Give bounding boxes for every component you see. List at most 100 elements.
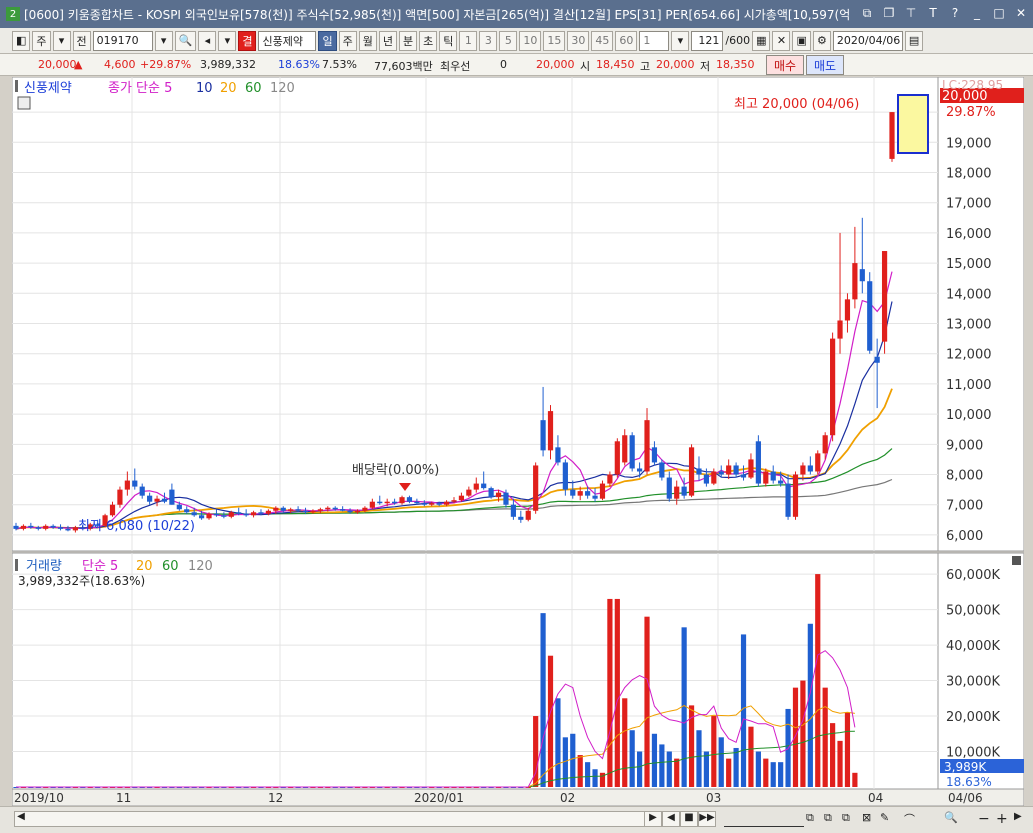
period-month[interactable]: 월 (358, 30, 377, 51)
interval-60[interactable]: 60 (615, 30, 638, 51)
legend-ma60[interactable]: 60 (245, 81, 262, 96)
legend-ma10[interactable]: 10 (196, 81, 213, 96)
view-icon-4[interactable]: ⊠ (862, 811, 876, 827)
interval-3[interactable]: 3 (479, 30, 498, 51)
current-price: 20,000 (38, 58, 77, 71)
scroll-right-icon[interactable]: ▶ (1014, 811, 1028, 827)
candle-type-icon[interactable]: ▦ (752, 30, 771, 51)
period-minute[interactable]: 분 (398, 30, 418, 51)
table-icon[interactable] (17, 96, 31, 110)
view-icon-3[interactable]: ⧉ (842, 811, 856, 827)
time-label: 2020/01 (414, 791, 464, 805)
scroll-fast-icon[interactable]: ▶▶ (698, 811, 716, 827)
price-panel[interactable] (11, 76, 939, 552)
view-icon-2[interactable]: ⧉ (824, 811, 838, 827)
pin-icon[interactable]: ⊤ (903, 5, 919, 21)
scroll-left-icon[interactable]: ◀ (14, 811, 28, 827)
code-dropdown-icon[interactable]: ▾ (154, 30, 173, 51)
period-year[interactable]: 년 (378, 30, 397, 51)
panel-close-icon[interactable] (1012, 556, 1021, 565)
candle-body (778, 480, 784, 484)
period-day[interactable]: 일 (318, 30, 337, 51)
crosshair-icon[interactable]: ✕ (772, 30, 791, 51)
stock-code-input[interactable]: 019170 (92, 30, 153, 51)
highlight-box[interactable] (897, 94, 929, 154)
interval-5[interactable]: 5 (499, 30, 518, 51)
candle-body (213, 513, 220, 516)
text-icon[interactable]: T (925, 5, 941, 21)
minimize-button[interactable]: _ (969, 5, 985, 21)
candle-body (740, 474, 747, 478)
link-icon[interactable]: ⧉ (859, 5, 875, 21)
calendar-icon[interactable]: ▤ (904, 30, 924, 51)
vol-legend-ma120[interactable]: 120 (188, 559, 213, 574)
interval-45[interactable]: 45 (591, 30, 614, 51)
candle-body (473, 483, 479, 490)
close-button[interactable]: ✕ (1013, 5, 1029, 21)
draw-icon[interactable]: ✎ (880, 811, 894, 827)
save-icon[interactable]: ▣ (792, 30, 811, 51)
period-dropdown-icon[interactable]: ▾ (52, 30, 71, 51)
chart-area[interactable]: 19,000 18,000 17,000 16,000 15,000 14,000 13,0… (11, 76, 1025, 807)
period-second[interactable]: 초 (419, 30, 438, 51)
candle-body (295, 509, 301, 511)
legend-ma5[interactable]: 종가 단순 5 (108, 81, 172, 96)
gyeol-badge: 결 (238, 30, 257, 51)
interval-1[interactable]: 1 (459, 30, 478, 51)
zoom-slider[interactable] (724, 811, 804, 827)
settings-gear-icon[interactable]: ⚙ (812, 30, 831, 51)
interval-10[interactable]: 10 (519, 30, 542, 51)
legend-ma20[interactable]: 20 (220, 81, 237, 96)
vol-legend-ma20[interactable]: 20 (136, 559, 153, 574)
zoom-search-icon[interactable]: 🔍 (944, 811, 958, 827)
sell-button[interactable]: 매도 (806, 55, 844, 75)
candle-body (28, 525, 34, 528)
vol-legend-ma5[interactable]: 단순 5 (82, 559, 118, 574)
view-icon-1[interactable]: ⧉ (806, 811, 820, 827)
scroll-play-icon[interactable]: ▶ (644, 811, 662, 827)
date-input[interactable]: 2020/04/06 (832, 30, 903, 51)
help-icon[interactable]: ? (947, 5, 963, 21)
vol-legend-ma60[interactable]: 60 (162, 559, 179, 574)
volume-bar (844, 712, 851, 787)
volume-bar (726, 758, 732, 787)
count-input[interactable]: 121 (691, 30, 724, 51)
interval-dropdown-icon[interactable]: ▾ (671, 30, 690, 51)
period-week[interactable]: 주 (338, 30, 357, 51)
current-pct-axis: 29.87% (946, 105, 996, 120)
scroll-stop-icon[interactable]: ■ (680, 811, 698, 827)
trend-icon[interactable]: ⌒ (904, 811, 918, 827)
candle-body (763, 471, 769, 484)
volume-bar (748, 726, 754, 787)
vol-legend-name[interactable]: 거래량 (26, 559, 62, 574)
search-icon[interactable]: 🔍 (174, 30, 197, 51)
chart-layout-icon[interactable]: ◧ (12, 30, 31, 51)
volume-bar (852, 772, 858, 787)
interval-15[interactable]: 15 (543, 30, 566, 51)
maximize-button[interactable]: □ (991, 5, 1007, 21)
candle-body (429, 503, 435, 505)
restore-window-icon[interactable]: ❐ (881, 5, 897, 21)
zoom-out-icon[interactable]: − (978, 811, 992, 827)
volume-panel[interactable] (11, 552, 939, 790)
candle-body (325, 507, 331, 510)
interval-30[interactable]: 30 (567, 30, 590, 51)
volume-bar (622, 698, 628, 787)
sound-dropdown-icon[interactable]: ▾ (218, 30, 237, 51)
period-select[interactable]: 주 (32, 30, 51, 51)
sound-icon[interactable]: ◂ (198, 30, 217, 51)
price-tick-label: 9,000 (946, 438, 983, 453)
prev-button[interactable]: 전 (72, 30, 91, 51)
price-volume-chart[interactable]: 19,000 18,000 17,000 16,000 15,000 14,000 13,0… (11, 76, 1025, 807)
zoom-in-icon[interactable]: + (996, 811, 1010, 827)
legend-ma120[interactable]: 120 (270, 81, 295, 96)
best-label: 최우선 (440, 60, 471, 73)
interval-input[interactable]: 1 (639, 30, 670, 51)
buy-button[interactable]: 매수 (766, 55, 804, 75)
horizontal-scrollbar[interactable] (14, 811, 646, 827)
scroll-back-icon[interactable]: ◀ (662, 811, 680, 827)
candle-body (288, 509, 294, 511)
period-tick[interactable]: 틱 (439, 30, 458, 51)
legend-stock-name[interactable]: 신풍제약 (24, 81, 72, 96)
stock-name-field[interactable]: 신풍제약 (258, 30, 317, 51)
